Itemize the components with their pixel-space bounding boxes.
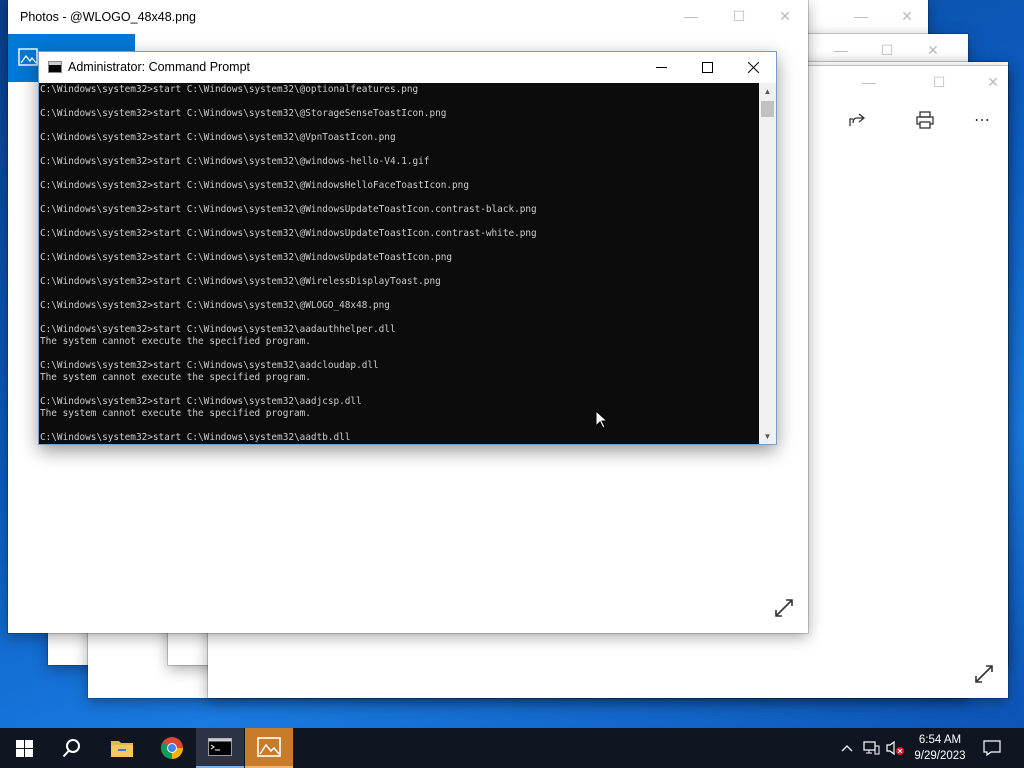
console-output[interactable]: C:\Windows\system32>start C:\Windows\sys… (39, 83, 759, 444)
network-icon[interactable] (860, 728, 882, 768)
command-prompt-icon (48, 61, 62, 73)
volume-muted-icon[interactable] (884, 728, 908, 768)
share-icon[interactable] (848, 112, 866, 133)
close-button[interactable]: ✕ (762, 0, 808, 32)
photos-titlebar: Photos - @WLOGO_48x48.png — ☐ ✕ (8, 0, 808, 32)
window-title: Photos - @WLOGO_48x48.png (20, 10, 196, 24)
minimize-button[interactable] (638, 52, 684, 83)
console-text: C:\Windows\system32>start C:\Windows\sys… (40, 84, 537, 443)
minimize-button[interactable]: — (846, 66, 892, 98)
search-icon[interactable] (48, 728, 96, 768)
clock-time: 6:54 AM (918, 734, 962, 746)
scroll-thumb[interactable] (761, 101, 774, 117)
minimize-button[interactable]: — (838, 0, 884, 32)
action-center-icon[interactable] (978, 728, 1006, 768)
cmd-titlebar[interactable]: Administrator: Command Prompt (39, 52, 776, 83)
command-prompt-taskbar-icon[interactable] (196, 728, 244, 768)
print-icon[interactable] (916, 111, 934, 134)
show-hidden-icons-icon[interactable] (838, 728, 856, 768)
mouse-cursor-icon (595, 409, 609, 434)
window-title: Administrator: Command Prompt (68, 60, 251, 74)
photos-taskbar-icon[interactable] (245, 728, 293, 768)
scroll-down-icon[interactable]: ▼ (759, 428, 776, 444)
maximize-button[interactable]: ☐ (916, 66, 962, 98)
close-button[interactable] (730, 52, 776, 83)
scroll-up-icon[interactable]: ▲ (759, 83, 776, 99)
windows-start-icon[interactable] (0, 728, 48, 768)
close-button[interactable]: ✕ (970, 66, 1016, 98)
vertical-scrollbar[interactable]: ▲ ▼ (759, 83, 776, 444)
chrome-icon[interactable] (148, 728, 196, 768)
command-prompt-window: Administrator: Command Prompt C:\Windows… (39, 52, 776, 444)
file-explorer-icon[interactable] (98, 728, 146, 768)
minimize-button[interactable]: — (668, 0, 714, 32)
fullscreen-icon[interactable] (974, 664, 994, 689)
clock[interactable]: 6:54 AM 9/29/2023 (908, 728, 972, 768)
taskbar: 6:54 AM 9/29/2023 (0, 728, 1024, 768)
photos-icon (18, 48, 38, 71)
more-options-icon[interactable]: ⋯ (974, 110, 991, 130)
clock-date: 9/29/2023 (914, 750, 966, 762)
close-button[interactable]: ✕ (884, 0, 930, 32)
fullscreen-icon[interactable] (774, 598, 794, 623)
maximize-button[interactable] (684, 52, 730, 83)
maximize-button[interactable]: ☐ (716, 0, 762, 32)
